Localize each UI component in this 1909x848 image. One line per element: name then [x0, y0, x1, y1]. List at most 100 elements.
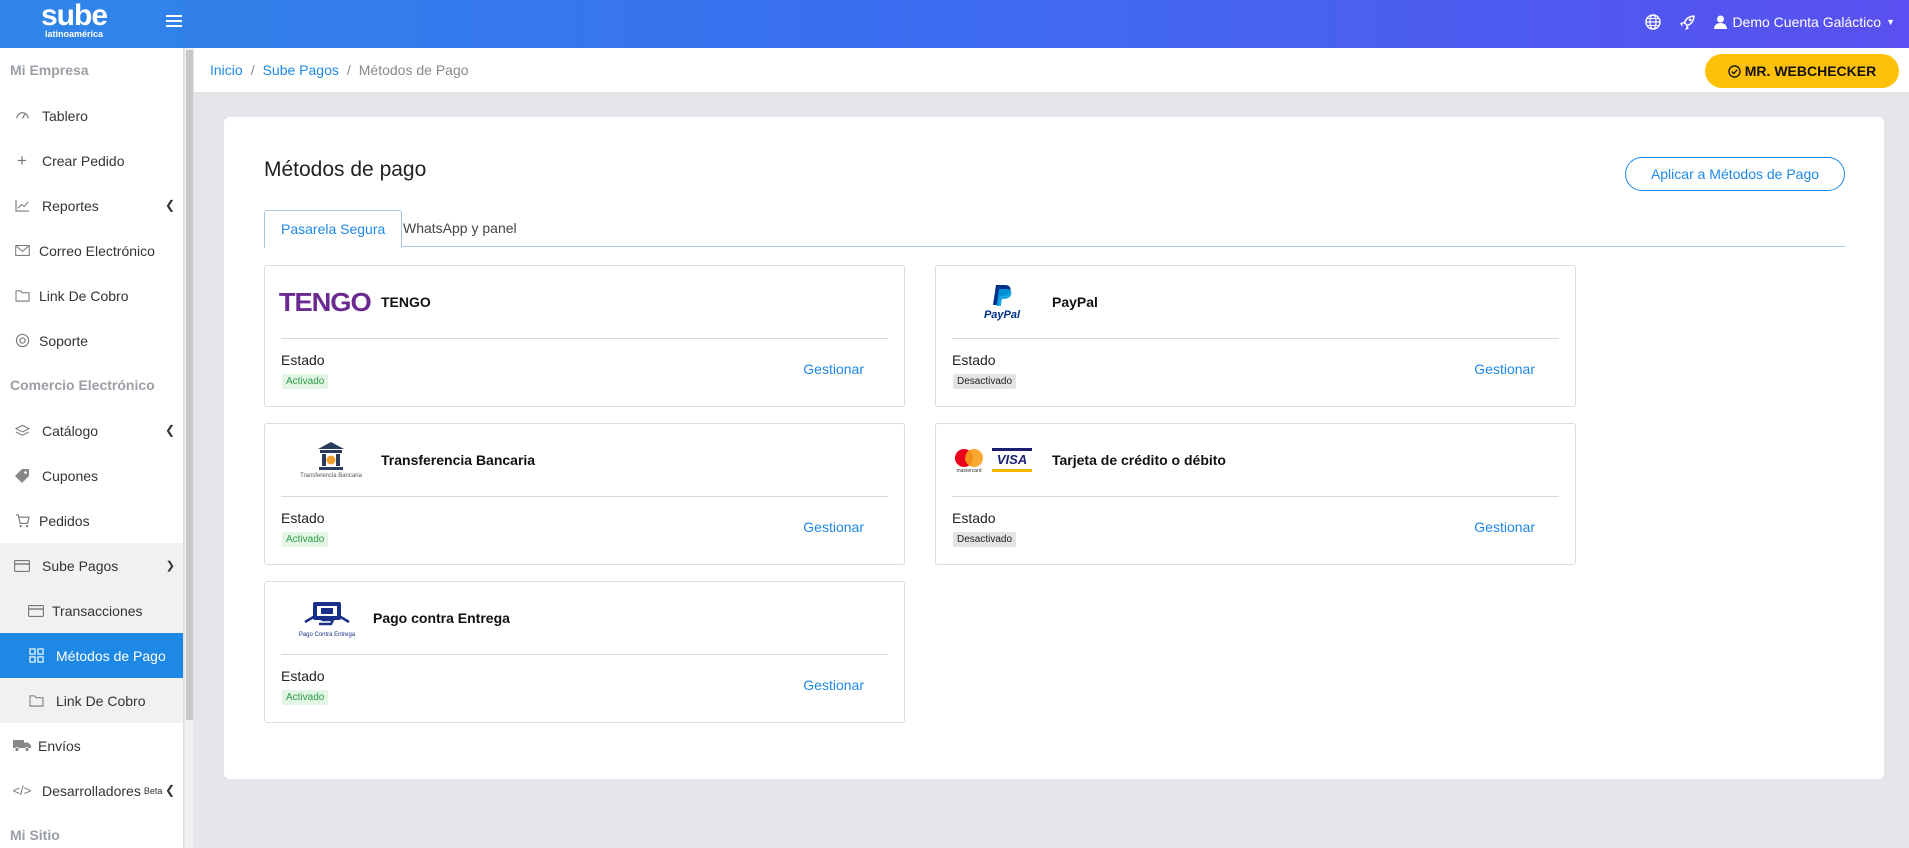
section-mi-empresa: Mi Empresa: [10, 62, 89, 78]
sidebar-item-label: Cupones: [42, 467, 99, 484]
sidebar-item-pedidos[interactable]: Pedidos: [0, 498, 183, 543]
paypal-p-icon: [993, 285, 1012, 306]
chart-line-icon: [12, 198, 32, 214]
webchecker-label: MR. WEBCHECKER: [1744, 63, 1877, 79]
sidebar-item-correo[interactable]: Correo Electrónico: [0, 228, 183, 273]
breadcrumb-bar: Inicio / Sube Pagos / Métodos de Pago MR. WE…: [194, 48, 1909, 93]
chevron-left-icon: ❮: [164, 783, 175, 797]
sidebar-item-catalogo[interactable]: Catálogo ❮: [0, 408, 183, 453]
grid-icon: [26, 648, 46, 664]
payment-method-card: Pago Contra Entrega Pago contra Entrega …: [264, 581, 905, 723]
globe-icon[interactable]: [1645, 14, 1662, 30]
status-badge: Activado: [282, 532, 329, 547]
manage-link[interactable]: Gestionar: [803, 519, 864, 535]
estado-label: Estado: [281, 510, 325, 526]
mastercard-icon: mastercard: [952, 447, 986, 474]
visa-icon: VISA: [992, 448, 1032, 472]
webchecker-button[interactable]: MR. WEBCHECKER: [1705, 54, 1899, 88]
envelope-icon: [12, 243, 32, 259]
sidebar-scrollbar[interactable]: [184, 48, 193, 848]
sidebar-item-crear-pedido[interactable]: + Crear Pedido: [0, 138, 183, 183]
rocket-icon[interactable]: [1679, 14, 1696, 31]
sidebar-item-metodos-de-pago[interactable]: Métodos de Pago: [0, 633, 183, 678]
estado-label: Estado: [281, 668, 325, 684]
user-icon: [1714, 15, 1728, 29]
chevron-left-icon: ❮: [164, 423, 175, 437]
sidebar-item-link-de-cobro-2[interactable]: Link De Cobro: [0, 678, 183, 723]
credit-card-icon: [12, 558, 32, 574]
sidebar: Mi Empresa Tablero + Crear Pedido Report…: [0, 48, 184, 848]
sidebar-item-reportes[interactable]: Reportes ❮: [0, 183, 183, 228]
sidebar-item-envios[interactable]: Envíos: [0, 723, 183, 768]
payment-method-card: TENGO TENGO Estado Activado Gestionar: [264, 265, 905, 407]
status-badge: Activado: [282, 374, 329, 389]
beta-badge: Beta: [143, 785, 163, 796]
code-icon: </>: [12, 783, 32, 798]
bank-transfer-logo: Transferencia Bancaria: [281, 435, 381, 485]
status-badge: Desactivado: [953, 374, 1017, 389]
breadcrumb: Inicio / Sube Pagos / Métodos de Pago: [210, 62, 469, 78]
sidebar-item-label: Crear Pedido: [42, 152, 125, 169]
payment-method-card: mastercard VISA Tarjeta de crédito o déb…: [935, 423, 1576, 565]
cash-on-delivery-icon: [304, 602, 350, 626]
sidebar-item-label: Link De Cobro: [39, 287, 129, 304]
credit-card-icon: [26, 603, 46, 619]
estado-label: Estado: [952, 352, 996, 368]
section-mi-sitio: Mi Sitio: [10, 827, 60, 843]
manage-link[interactable]: Gestionar: [1474, 519, 1535, 535]
tag-icon: [12, 468, 32, 484]
sidebar-item-tablero[interactable]: Tablero: [0, 93, 183, 138]
breadcrumb-separator: /: [346, 62, 351, 78]
estado-label: Estado: [281, 352, 325, 368]
user-name: Demo Cuenta Galáctico: [1732, 14, 1882, 30]
payment-method-card: Transferencia Bancaria Transferencia Ban…: [264, 423, 905, 565]
lifebuoy-icon: [12, 333, 32, 349]
payment-method-name: PayPal: [1052, 294, 1098, 310]
estado-label: Estado: [952, 510, 996, 526]
manage-link[interactable]: Gestionar: [803, 677, 864, 693]
sidebar-item-label: Métodos de Pago: [56, 647, 166, 664]
scrollbar-thumb[interactable]: [186, 50, 193, 720]
tengo-logo: TENGO: [278, 286, 372, 317]
sidebar-item-cupones[interactable]: Cupones: [0, 453, 183, 498]
payment-method-card: PayPal PayPal Estado Desactivado Gestion…: [935, 265, 1576, 407]
top-navbar: sube latinoamérica Demo Cuenta Galáctico…: [0, 0, 1909, 48]
sidebar-item-label: Link De Cobro: [56, 692, 146, 709]
sidebar-item-desarrolladores[interactable]: </> Desarrolladores Beta ❮: [0, 768, 183, 813]
sidebar-item-label: Correo Electrónico: [39, 242, 155, 259]
breadcrumb-inicio[interactable]: Inicio: [210, 62, 243, 78]
logo-main-text: sube: [40, 0, 108, 32]
layers-icon: [12, 423, 32, 439]
folder-icon: [12, 288, 32, 304]
payment-method-name: Tarjeta de crédito o débito: [1052, 452, 1226, 468]
sidebar-item-soporte[interactable]: Soporte: [0, 318, 183, 363]
apply-payment-methods-button[interactable]: Aplicar a Métodos de Pago: [1625, 157, 1845, 191]
user-menu[interactable]: Demo Cuenta Galáctico ▼: [1714, 14, 1895, 30]
section-comercio: Comercio Electrónico: [10, 377, 155, 393]
sidebar-item-transacciones[interactable]: Transacciones: [0, 588, 183, 633]
tab-pasarela-segura[interactable]: Pasarela Segura: [264, 210, 403, 248]
check-circle-icon: [1728, 64, 1741, 78]
sidebar-item-sube-pagos[interactable]: Sube Pagos ❯: [0, 543, 183, 588]
paypal-logo: PayPal: [952, 277, 1052, 327]
sube-logo[interactable]: sube latinoamérica: [34, 0, 114, 40]
chevron-left-icon: ❮: [164, 198, 175, 212]
sidebar-item-label: Soporte: [39, 332, 89, 349]
payment-method-name: TENGO: [381, 294, 431, 310]
sidebar-item-label: Transacciones: [52, 602, 143, 619]
sidebar-item-link-de-cobro[interactable]: Link De Cobro: [0, 273, 183, 318]
manage-link[interactable]: Gestionar: [803, 361, 864, 377]
dashboard-icon: [12, 108, 32, 124]
cash-on-delivery-logo: Pago Contra Entrega: [281, 593, 373, 643]
status-badge: Desactivado: [953, 532, 1017, 547]
tab-whatsapp-panel[interactable]: WhatsApp y panel: [387, 210, 533, 248]
logo-sub-text: latinoamérica: [44, 29, 104, 39]
truck-icon: [12, 738, 32, 754]
bank-icon: [318, 442, 344, 470]
page-title: Métodos de pago: [264, 158, 427, 181]
breadcrumb-sube-pagos[interactable]: Sube Pagos: [263, 62, 339, 78]
sidebar-item-label: Pedidos: [39, 512, 90, 529]
menu-toggle-icon[interactable]: [166, 15, 182, 29]
manage-link[interactable]: Gestionar: [1474, 361, 1535, 377]
breadcrumb-current: Métodos de Pago: [358, 62, 469, 78]
